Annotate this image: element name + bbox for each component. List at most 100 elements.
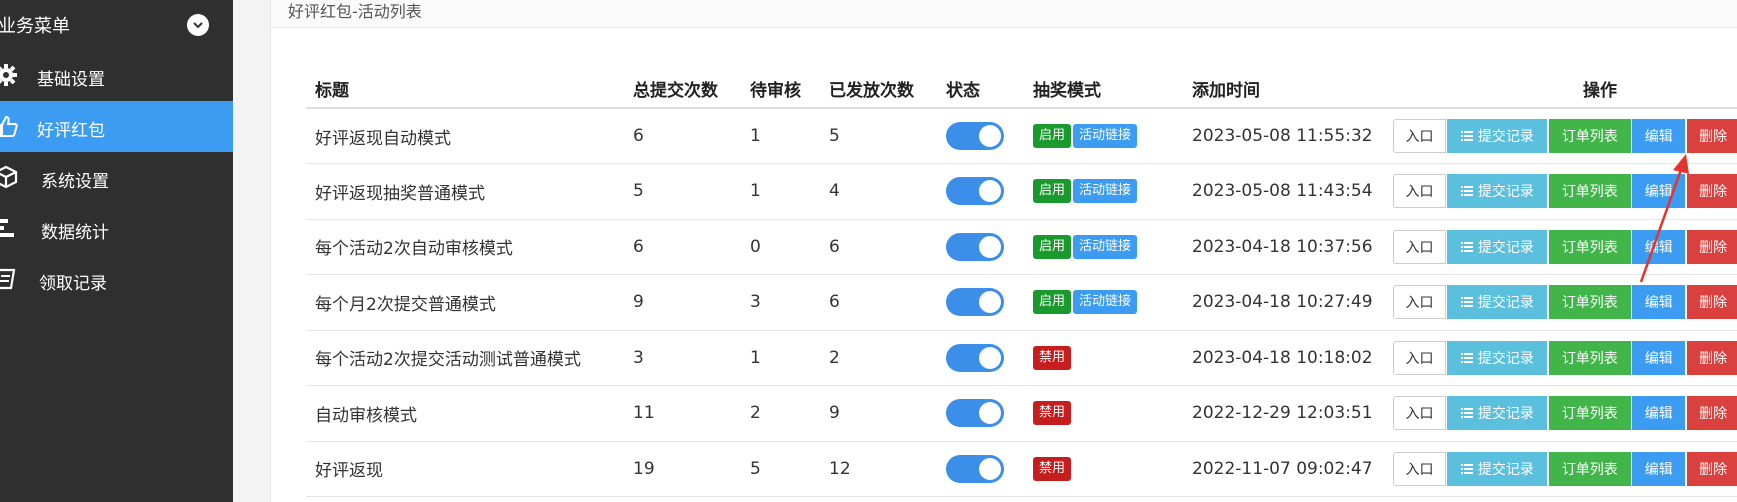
sidebar: 业务菜单 基础设置 好评红包 系统设置 数据统计 领取记录 — [0, 0, 233, 502]
delete-button[interactable]: 删除 — [1686, 174, 1737, 209]
collapse-toggle-icon[interactable] — [187, 14, 209, 36]
submission-records-button[interactable]: 提交记录 — [1447, 285, 1548, 320]
mode-badge[interactable]: 禁用 — [1033, 456, 1072, 481]
order-list-button[interactable]: 订单列表 — [1548, 396, 1631, 431]
actions-cell: 入口 提交记录 订单列表 编辑 删除 — [1393, 108, 1737, 164]
order-list-button[interactable]: 订单列表 — [1548, 451, 1631, 486]
edit-button[interactable]: 编辑 — [1632, 451, 1686, 486]
book-icon — [0, 267, 18, 291]
activity-link-badge[interactable]: 活动链接 — [1073, 290, 1138, 315]
submission-records-button[interactable]: 提交记录 — [1447, 174, 1548, 209]
submission-records-button[interactable]: 提交记录 — [1447, 229, 1548, 264]
status-toggle[interactable] — [946, 232, 1004, 261]
edit-button[interactable]: 编辑 — [1632, 285, 1686, 320]
order-list-button[interactable]: 订单列表 — [1548, 229, 1631, 264]
total-submissions: 6 — [624, 219, 741, 275]
status-toggle[interactable] — [946, 288, 1004, 317]
list-icon — [1460, 241, 1473, 253]
mode-badge[interactable]: 启用 — [1033, 124, 1072, 148]
entry-button[interactable]: 入口 — [1393, 451, 1446, 486]
table-row: 好评返现 19 5 12 禁用 2022-11-07 09:02:47 入口 提… — [306, 441, 1737, 497]
sidebar-item-review-redpack[interactable]: 好评红包 — [0, 101, 233, 152]
entry-button[interactable]: 入口 — [1393, 119, 1446, 153]
sidebar-item-basic-settings[interactable]: 基础设置 — [0, 50, 233, 101]
submission-records-label: 提交记录 — [1477, 239, 1534, 256]
edit-button[interactable]: 编辑 — [1632, 340, 1686, 375]
status-toggle[interactable] — [946, 343, 1004, 372]
bars-icon — [0, 216, 18, 240]
actions-cell: 入口 提交记录 订单列表 编辑 删除 — [1393, 163, 1737, 220]
column-header-total: 总提交次数 — [624, 70, 741, 109]
issued-count: 12 — [820, 441, 937, 497]
entry-button[interactable]: 入口 — [1393, 174, 1446, 209]
entry-button[interactable]: 入口 — [1393, 396, 1446, 431]
lottery-mode-cell: 启用 活动链接 — [1024, 108, 1183, 164]
mode-badge[interactable]: 启用 — [1033, 234, 1072, 259]
lottery-mode-cell: 禁用 — [1024, 385, 1183, 442]
activity-link-badge[interactable]: 活动链接 — [1073, 124, 1138, 148]
edit-button[interactable]: 编辑 — [1632, 119, 1686, 153]
list-icon — [1460, 185, 1473, 197]
sidebar-item-system-settings[interactable]: 系统设置 — [0, 152, 233, 203]
total-submissions: 5 — [624, 163, 741, 220]
activity-link-badge[interactable]: 活动链接 — [1073, 234, 1138, 259]
column-header-title: 标题 — [306, 70, 624, 109]
sidebar-header-label: 业务菜单 — [0, 16, 70, 37]
order-list-button[interactable]: 订单列表 — [1548, 340, 1631, 375]
column-header-added-time: 添加时间 — [1183, 70, 1393, 109]
mode-badge[interactable]: 禁用 — [1033, 401, 1072, 426]
pending-review: 1 — [741, 108, 820, 164]
status-cell — [937, 330, 1024, 386]
order-list-button[interactable]: 订单列表 — [1548, 285, 1631, 320]
activity-title: 每个月2次提交普通模式 — [306, 274, 624, 331]
submission-records-label: 提交记录 — [1477, 295, 1534, 312]
sidebar-item-claim-records[interactable]: 领取记录 — [0, 254, 233, 305]
column-header-lottery-mode: 抽奖模式 — [1024, 70, 1183, 109]
edit-button[interactable]: 编辑 — [1632, 174, 1686, 209]
sidebar-item-label: 好评红包 — [37, 121, 105, 141]
delete-button[interactable]: 删除 — [1686, 119, 1737, 153]
edit-button[interactable]: 编辑 — [1632, 229, 1686, 264]
total-submissions: 11 — [624, 385, 741, 442]
column-header-status: 状态 — [937, 70, 1024, 109]
status-cell — [937, 274, 1024, 331]
lottery-mode-cell: 启用 活动链接 — [1024, 219, 1183, 275]
order-list-button[interactable]: 订单列表 — [1548, 119, 1631, 153]
delete-button[interactable]: 删除 — [1686, 340, 1737, 375]
mode-badge[interactable]: 禁用 — [1033, 345, 1072, 370]
submission-records-label: 提交记录 — [1477, 461, 1534, 478]
delete-button[interactable]: 删除 — [1686, 229, 1737, 264]
delete-button[interactable]: 删除 — [1686, 285, 1737, 320]
total-submissions: 6 — [624, 108, 741, 164]
mode-badge[interactable]: 启用 — [1033, 179, 1072, 204]
submission-records-button[interactable]: 提交记录 — [1447, 396, 1548, 431]
activity-table: 标题 总提交次数 待审核 已发放次数 状态 抽奖模式 添加时间 操作 好评返现自… — [306, 70, 1737, 497]
status-toggle[interactable] — [946, 399, 1004, 428]
order-list-button[interactable]: 订单列表 — [1548, 174, 1631, 209]
actions-cell: 入口 提交记录 订单列表 编辑 删除 — [1393, 441, 1737, 497]
status-toggle[interactable] — [946, 177, 1004, 206]
issued-count: 4 — [820, 163, 937, 220]
added-time: 2023-04-18 10:18:02 — [1183, 330, 1393, 386]
delete-button[interactable]: 删除 — [1686, 396, 1737, 431]
delete-button[interactable]: 删除 — [1686, 451, 1737, 486]
activity-title: 好评返现抽奖普通模式 — [306, 163, 624, 220]
submission-records-button[interactable]: 提交记录 — [1447, 119, 1548, 153]
sidebar-item-data-stats[interactable]: 数据统计 — [0, 203, 233, 254]
status-toggle[interactable] — [946, 454, 1004, 483]
issued-count: 9 — [820, 385, 937, 442]
actions-cell: 入口 提交记录 订单列表 编辑 删除 — [1393, 219, 1737, 275]
mode-badge[interactable]: 启用 — [1033, 290, 1072, 315]
submission-records-button[interactable]: 提交记录 — [1447, 340, 1548, 375]
added-time: 2022-12-29 12:03:51 — [1183, 385, 1393, 442]
entry-button[interactable]: 入口 — [1393, 285, 1446, 320]
status-toggle[interactable] — [946, 122, 1004, 150]
submission-records-button[interactable]: 提交记录 — [1447, 451, 1548, 486]
activity-link-badge[interactable]: 活动链接 — [1073, 179, 1138, 204]
lottery-mode-cell: 禁用 — [1024, 330, 1183, 386]
added-time: 2022-11-07 09:02:47 — [1183, 441, 1393, 497]
entry-button[interactable]: 入口 — [1393, 229, 1446, 264]
added-time: 2023-05-08 11:43:54 — [1183, 163, 1393, 220]
entry-button[interactable]: 入口 — [1393, 340, 1446, 375]
edit-button[interactable]: 编辑 — [1632, 396, 1686, 431]
